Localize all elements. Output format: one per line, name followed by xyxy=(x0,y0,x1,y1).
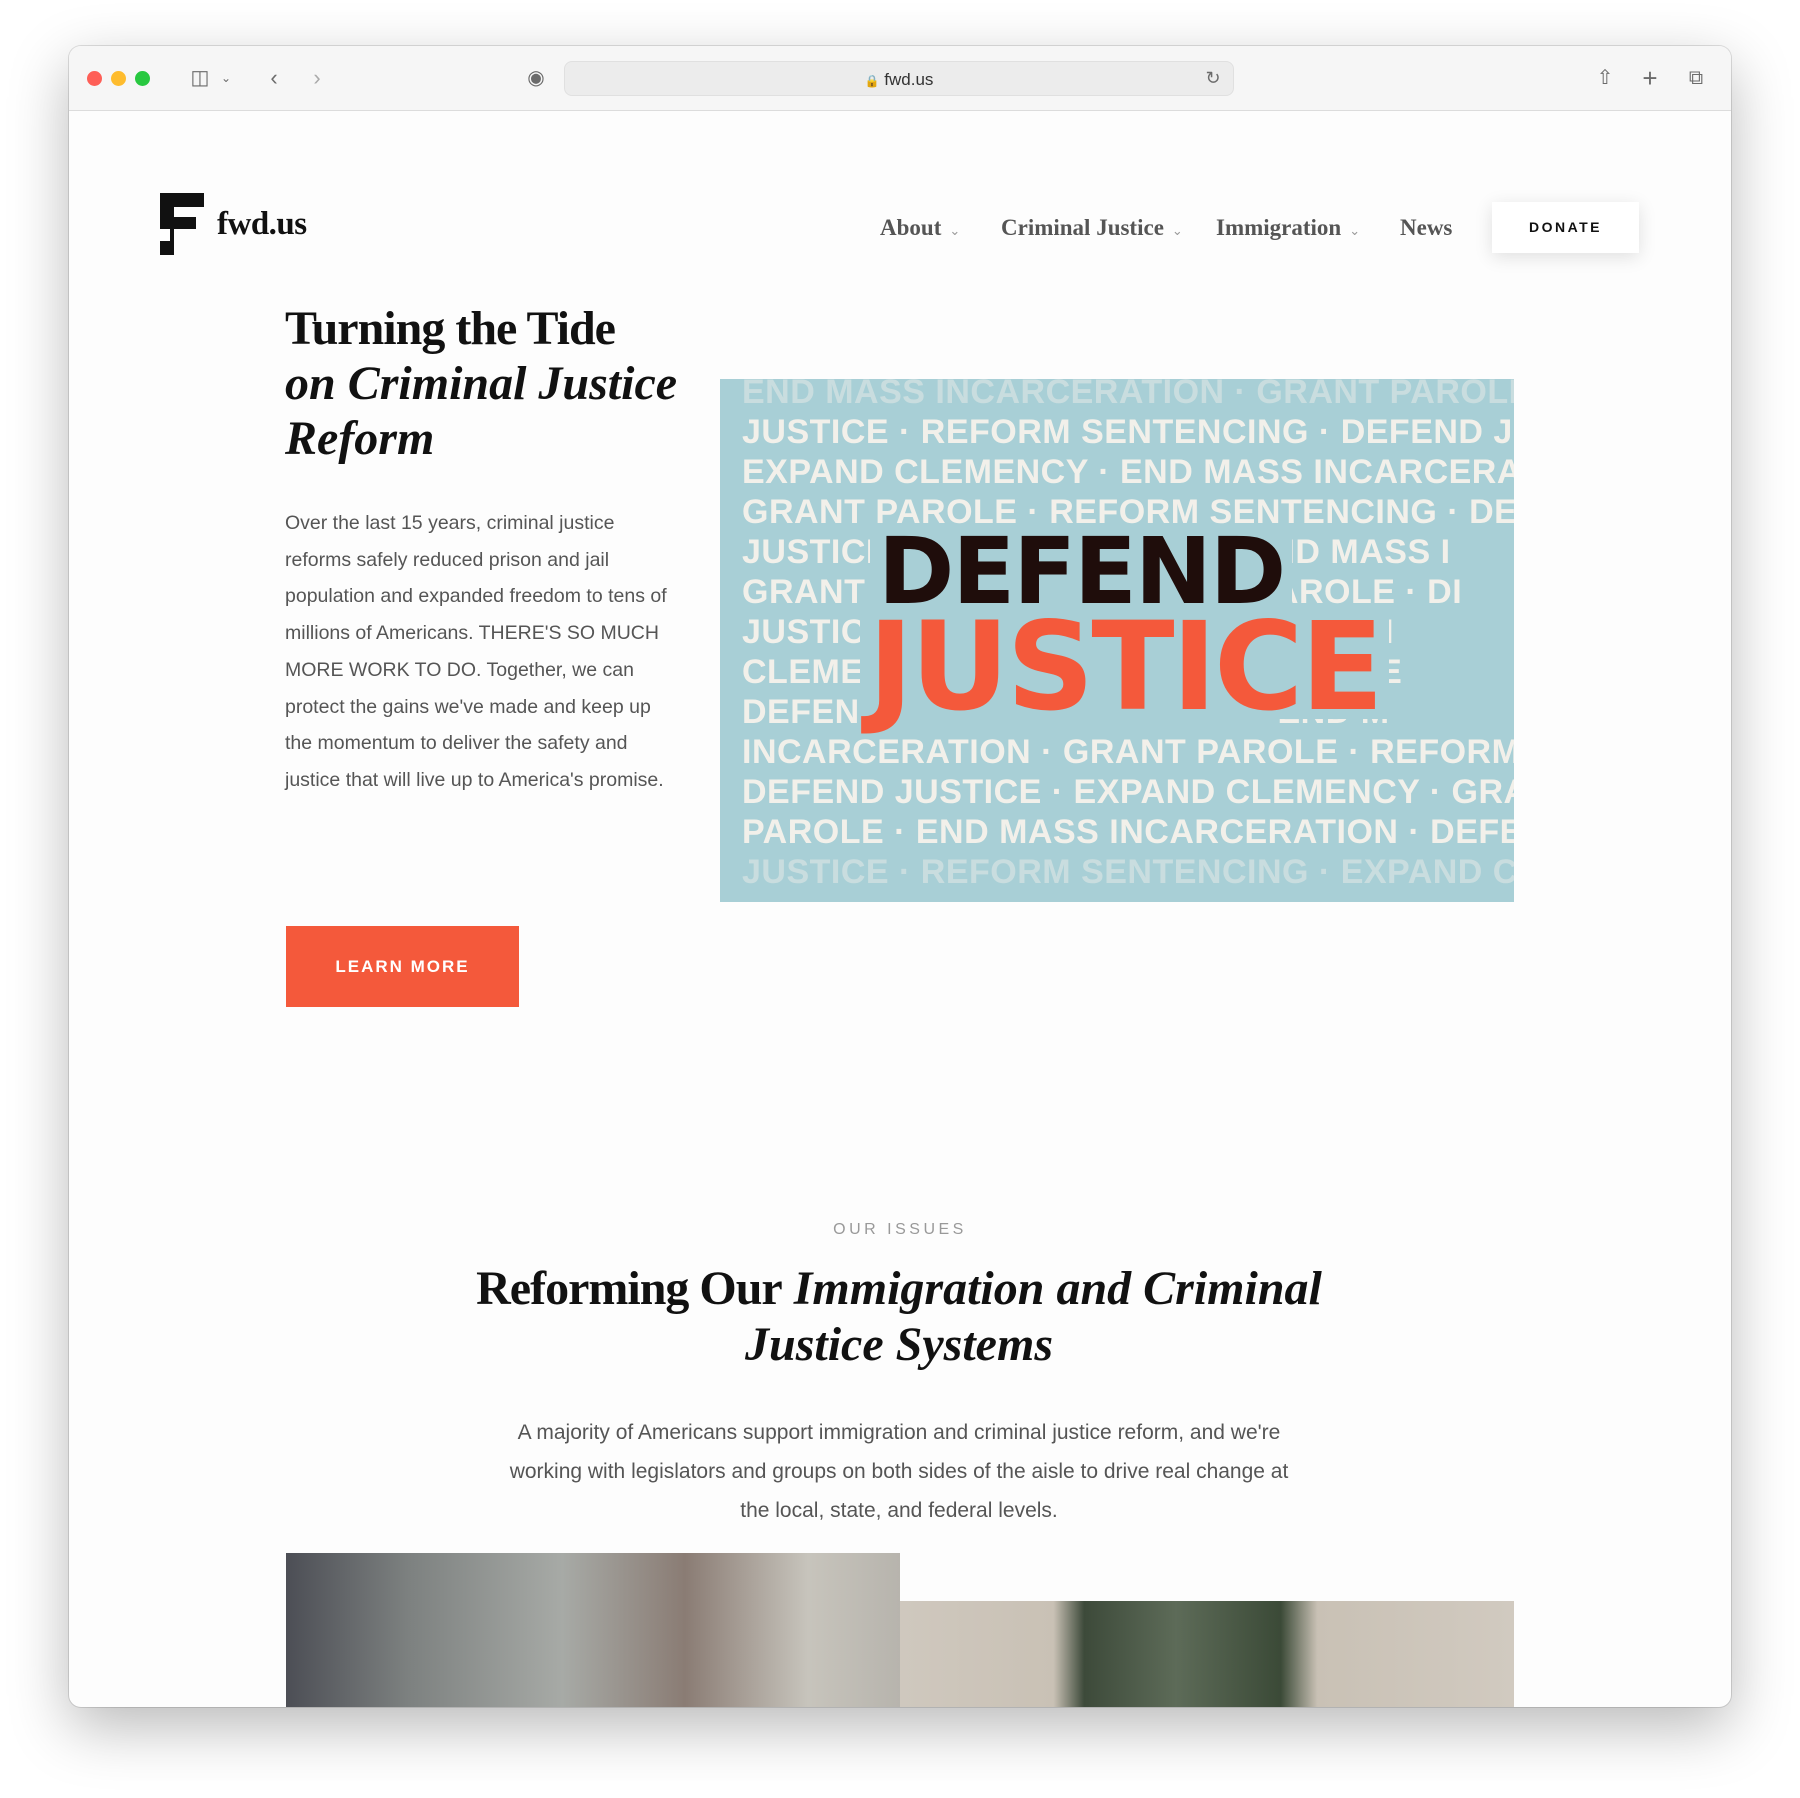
issue-photo-criminal-justice[interactable] xyxy=(900,1601,1514,1707)
sidebar-icon[interactable]: ◫ xyxy=(186,64,214,92)
back-icon[interactable]: ‹ xyxy=(260,64,288,92)
nav-news[interactable]: News xyxy=(1400,215,1452,241)
logo-text[interactable]: fwd.us xyxy=(217,206,307,243)
nav-label: Criminal Justice xyxy=(1001,215,1164,240)
learn-more-button[interactable]: LEARN MORE xyxy=(286,926,519,1007)
issues-heading-italic: Immigration and Criminal Justice Systems xyxy=(745,1262,1322,1371)
image-text-row: JUSTICE · REFORM SENTENCING · DEFEND JU xyxy=(742,413,1514,451)
chevron-down-icon: ⌄ xyxy=(949,224,961,239)
nav-about[interactable]: About ⌄ xyxy=(880,215,960,241)
nav-label: Immigration xyxy=(1216,215,1342,240)
image-text-row: END MASS INCARCERATION · GRANT PAROLE xyxy=(742,379,1514,411)
hero-title: Turning the Tide on Criminal Justice Ref… xyxy=(285,301,705,466)
nav-label: About xyxy=(880,215,942,240)
issue-photo-immigration[interactable] xyxy=(286,1553,900,1707)
donate-button[interactable]: DONATE xyxy=(1492,202,1639,253)
image-text-row: INCARCERATION · GRANT PAROLE · REFORM xyxy=(742,733,1514,771)
browser-toolbar: ◫ ⌄ ‹ › ◉ 🔒 fwd.us ↻ ⇧ + ⧉ xyxy=(69,46,1731,111)
share-icon[interactable]: ⇧ xyxy=(1591,64,1619,92)
url-text: fwd.us xyxy=(884,70,934,89)
image-text-row: DEFEND JUSTICE · EXPAND CLEMENCY · GRA xyxy=(742,773,1514,811)
close-window-button[interactable] xyxy=(87,71,102,86)
reload-icon[interactable]: ↻ xyxy=(1199,64,1227,92)
tab-overview-icon[interactable]: ⧉ xyxy=(1682,64,1710,92)
chevron-down-icon[interactable]: ⌄ xyxy=(212,64,240,92)
new-tab-icon[interactable]: + xyxy=(1636,64,1664,92)
chevron-down-icon: ⌄ xyxy=(1349,224,1361,239)
issues-heading: Reforming Our Immigration and Criminal J… xyxy=(449,1261,1349,1373)
issues-body: A majority of Americans support immigrat… xyxy=(509,1421,1289,1522)
browser-window: ◫ ⌄ ‹ › ◉ 🔒 fwd.us ↻ ⇧ + ⧉ fwd.us About ⌄… xyxy=(69,46,1731,1707)
image-headline-justice: JUSTICE xyxy=(860,606,1389,728)
nav-criminal-justice[interactable]: Criminal Justice ⌄ xyxy=(1001,215,1183,241)
address-bar[interactable]: 🔒 fwd.us ↻ xyxy=(564,61,1234,96)
image-text-row: PAROLE · END MASS INCARCERATION · DEFE xyxy=(742,813,1514,851)
hero-title-bold: Turning the Tide xyxy=(285,302,616,355)
issues-heading-bold: Reforming Our xyxy=(476,1262,783,1315)
fwd-logo-icon[interactable] xyxy=(160,193,204,255)
image-text-row: JUSTICE · REFORM SENTENCING · EXPAND C xyxy=(742,853,1514,891)
privacy-report-icon[interactable]: ◉ xyxy=(522,64,550,92)
zoom-window-button[interactable] xyxy=(135,71,150,86)
hero-body: Over the last 15 years, criminal justice… xyxy=(285,512,667,791)
page-content: fwd.us About ⌄ Criminal Justice ⌄ Immigrat… xyxy=(69,111,1731,1707)
nav-immigration[interactable]: Immigration ⌄ xyxy=(1216,215,1360,241)
forward-icon[interactable]: › xyxy=(303,64,331,92)
lock-icon: 🔒 xyxy=(864,74,880,88)
minimize-window-button[interactable] xyxy=(111,71,126,86)
defend-justice-image: END MASS INCARCERATION · GRANT PAROLE JUS… xyxy=(720,379,1514,902)
image-text-row: EXPAND CLEMENCY · END MASS INCARCERAT xyxy=(742,453,1514,491)
nav-label: News xyxy=(1400,215,1453,240)
hero-title-italic: on Criminal Justice Reform xyxy=(285,357,678,465)
chevron-down-icon: ⌄ xyxy=(1171,224,1183,239)
section-eyebrow: OUR ISSUES xyxy=(833,1221,967,1238)
